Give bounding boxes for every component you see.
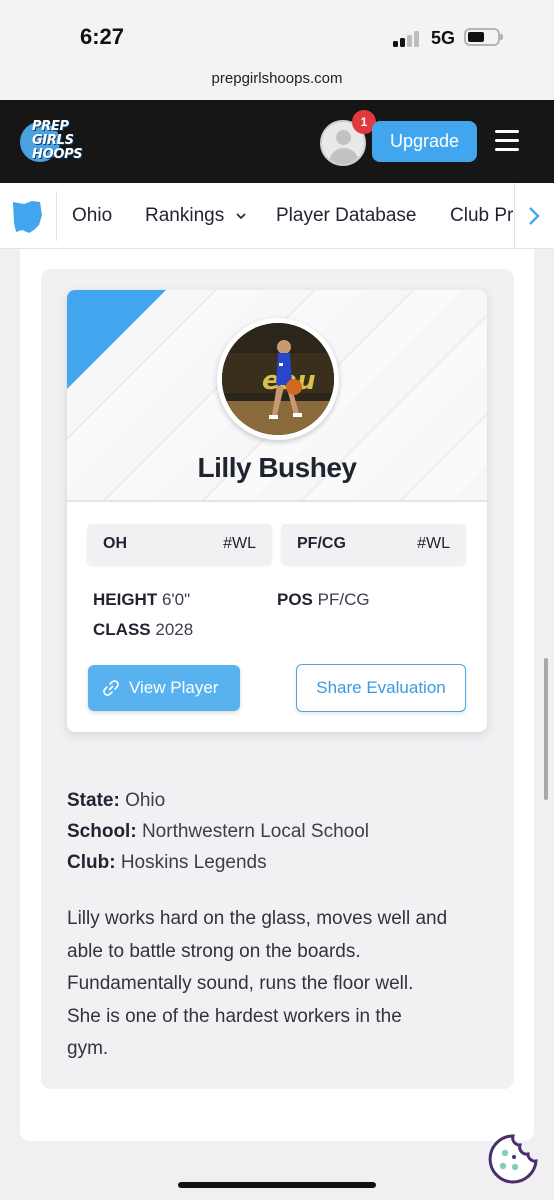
club-line: Club: Hoskins Legends (67, 852, 267, 873)
hamburger-menu-icon[interactable] (495, 130, 519, 152)
battery-icon (464, 28, 503, 46)
nav-item-player-database[interactable]: Player Database (276, 205, 416, 227)
share-evaluation-button[interactable]: Share Evaluation (296, 664, 466, 712)
scrollbar[interactable] (544, 658, 548, 800)
accent-corner (67, 290, 166, 389)
view-player-button[interactable]: View Player (88, 665, 240, 711)
state-rank-tag: OH #WL (87, 524, 272, 565)
chevron-down-icon (235, 213, 246, 220)
player-position: POS PF/CG (277, 590, 370, 609)
network-label: 5G (431, 28, 456, 48)
school-line: School: Northwestern Local School (67, 821, 370, 842)
player-class: CLASS 2028 (93, 620, 194, 639)
signal-icon (393, 31, 421, 47)
nav-item-ohio[interactable]: Ohio (72, 205, 112, 227)
nav-scroll-right-button[interactable] (514, 183, 554, 248)
cookie-settings-icon[interactable] (487, 1133, 539, 1185)
site-logo[interactable]: PREP GIRLS HOOPS (20, 118, 102, 166)
player-height: HEIGHT 6'0" (93, 590, 191, 609)
status-bar: 6:27 5G prepgirlshoops.com (0, 0, 554, 100)
evaluation-text: Lilly works hard on the glass, moves wel… (67, 908, 448, 1059)
chevron-right-icon (529, 207, 540, 225)
state-line: State: Ohio (67, 790, 166, 811)
player-name: Lilly Bushey (197, 452, 357, 483)
nav-item-club[interactable]: Club Pr (450, 205, 513, 227)
player-card: eau Lilly Bushey OH #WL PF/CG #WL HEIGHT… (67, 290, 487, 732)
upgrade-button[interactable]: Upgrade (372, 121, 477, 162)
position-rank-tag: PF/CG #WL (281, 524, 466, 565)
home-indicator[interactable] (178, 1182, 376, 1188)
status-time: 6:27 (80, 24, 125, 49)
player-photo[interactable]: eau (217, 318, 339, 440)
state-nav: Ohio Rankings Player Database Club Pr (0, 183, 554, 249)
link-icon (103, 680, 119, 696)
address-bar-url[interactable]: prepgirlshoops.com (0, 70, 554, 87)
nav-item-rankings[interactable]: Rankings (145, 205, 246, 227)
ohio-state-icon (13, 201, 42, 233)
